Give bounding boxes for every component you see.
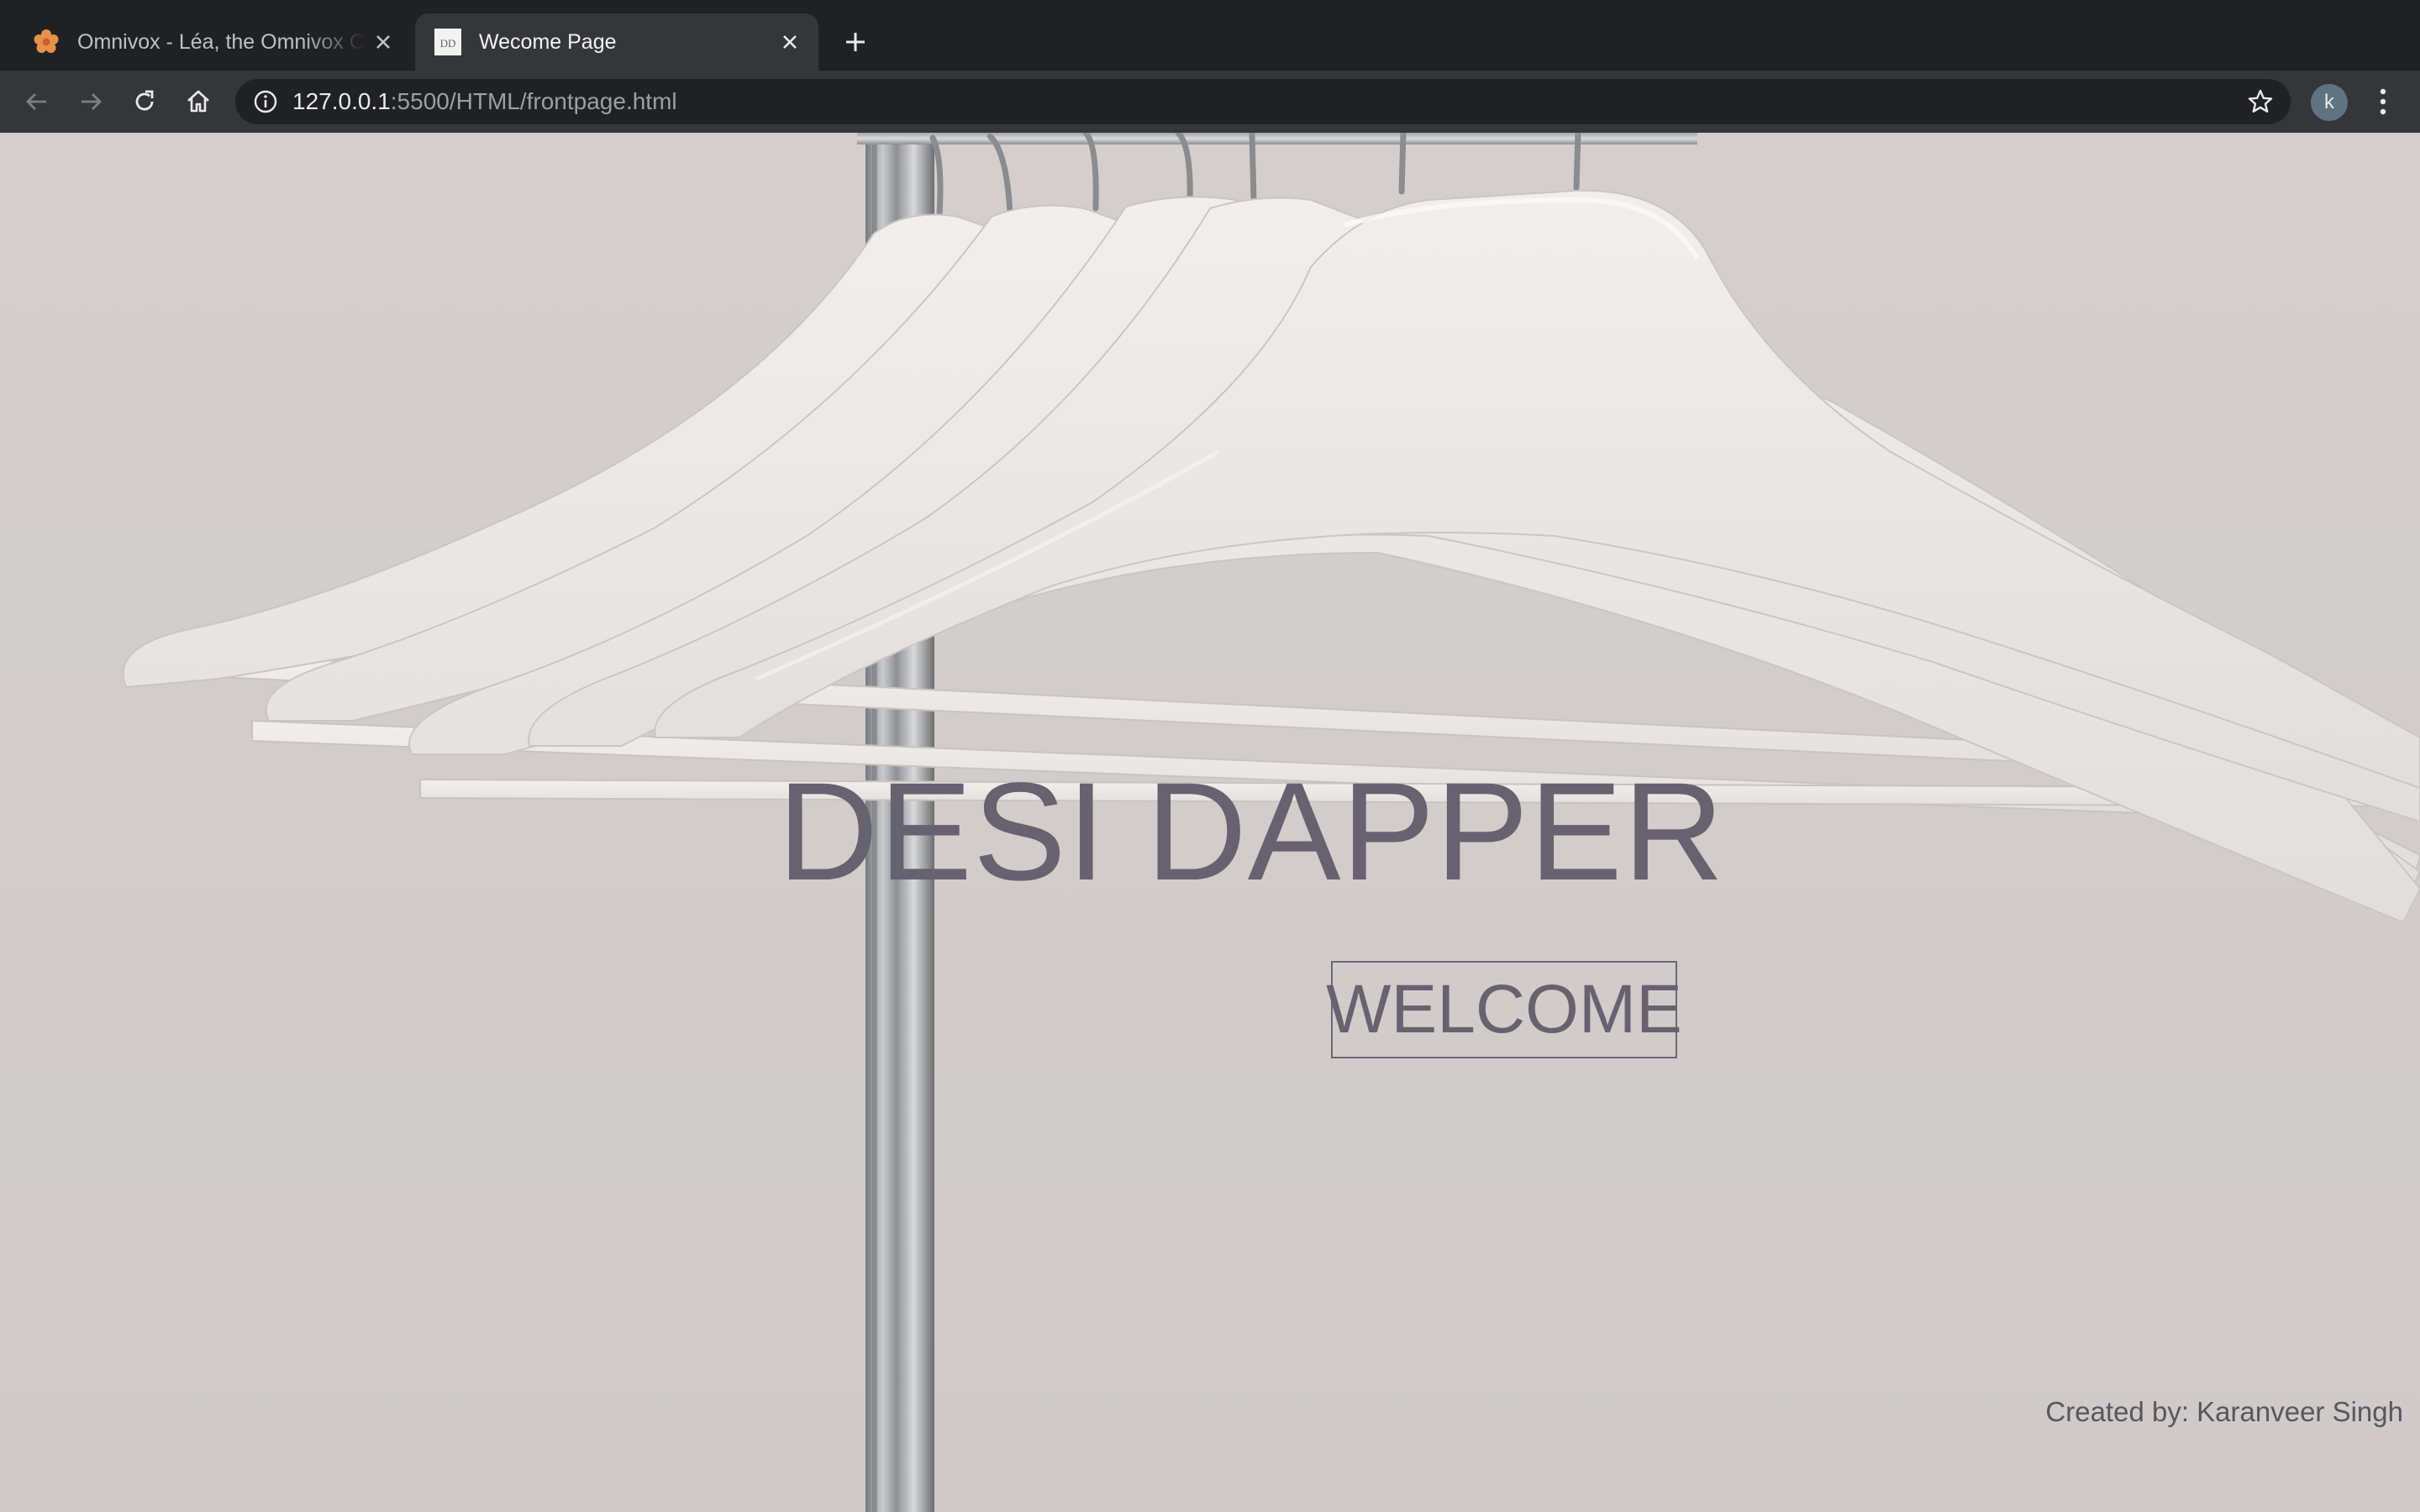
author-credit: Created by: Karanveer Singh [2045,1396,2403,1427]
url-text[interactable]: 127.0.0.1:5500/HTML/frontpage.html [292,79,677,124]
svg-text:DD: DD [440,37,456,50]
welcome-button[interactable]: WELCOME [1326,961,1682,1058]
plus-icon [846,33,865,51]
reload-button[interactable] [124,81,165,122]
dd-logo-icon: DD [434,28,462,56]
new-tab-button[interactable] [832,22,879,62]
close-icon[interactable] [365,24,402,60]
tab-welcome-page[interactable]: DD Wecome Page [415,13,818,71]
kebab-icon [2380,88,2386,115]
profile-avatar[interactable]: k [2311,84,2348,121]
url-path: :5500/HTML/frontpage.html [390,88,677,114]
tab-omnivox[interactable]: Omnivox - Léa, the Omnivox Cl [17,13,412,71]
close-icon[interactable] [771,24,808,60]
url-host: 127.0.0.1 [292,88,391,114]
tab-title: Wecome Page [479,29,617,54]
forward-button[interactable] [71,81,111,122]
back-button[interactable] [17,81,57,122]
page-viewport: DESI DAPPER WELCOME Created by: Karanvee… [0,133,2420,1512]
address-bar[interactable]: 127.0.0.1:5500/HTML/frontpage.html [235,79,2291,124]
home-button[interactable] [178,81,218,122]
arrow-right-icon [82,93,102,110]
tab-title: Omnivox - Léa, the Omnivox Cl [77,29,365,54]
tab-strip: Omnivox - Léa, the Omnivox Cl DD Wecome … [0,0,2420,71]
site-title: DESI DAPPER [777,754,1725,910]
more-menu-button[interactable] [2366,81,2400,122]
bookmark-star-icon[interactable] [2244,85,2277,118]
info-icon[interactable] [250,87,281,117]
browser-toolbar: 127.0.0.1:5500/HTML/frontpage.html k [0,71,2420,133]
flower-icon [32,28,60,56]
arrow-left-icon [26,93,46,110]
home-icon [187,90,209,113]
reload-icon [135,90,154,111]
